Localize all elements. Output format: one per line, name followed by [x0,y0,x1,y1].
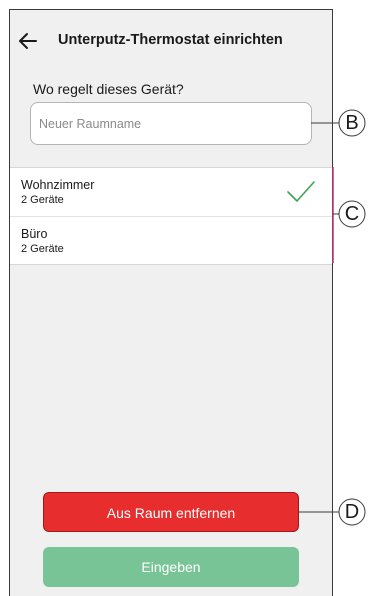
phone-screen: Unterputz-Thermostat einrichten Wo regel… [9,9,333,596]
check-icon [287,181,315,202]
callout-label-b: B [345,112,359,134]
app-header: Unterputz-Thermostat einrichten [10,10,332,72]
room-item-name: Büro [21,227,48,241]
page-title: Unterputz-Thermostat einrichten [58,32,283,48]
remove-from-room-button[interactable]: Aus Raum entfernen [43,492,299,532]
room-name-input[interactable] [30,102,312,145]
room-list: Wohnzimmer 2 Geräte Büro 2 Geräte [10,167,332,265]
enter-button[interactable]: Eingeben [43,547,299,587]
room-item-wohnzimmer[interactable]: Wohnzimmer 2 Geräte [10,168,332,216]
callout-label-d: D [344,501,360,523]
back-arrow-icon[interactable] [16,29,40,53]
room-item-buero[interactable]: Büro 2 Geräte [10,216,332,264]
room-item-device-count: 2 Geräte [21,194,64,206]
room-item-name: Wohnzimmer [21,178,95,192]
room-question-label: Wo regelt dieses Gerät? [33,81,184,97]
callout-label-c: C [344,203,360,225]
room-item-device-count: 2 Geräte [21,243,64,255]
